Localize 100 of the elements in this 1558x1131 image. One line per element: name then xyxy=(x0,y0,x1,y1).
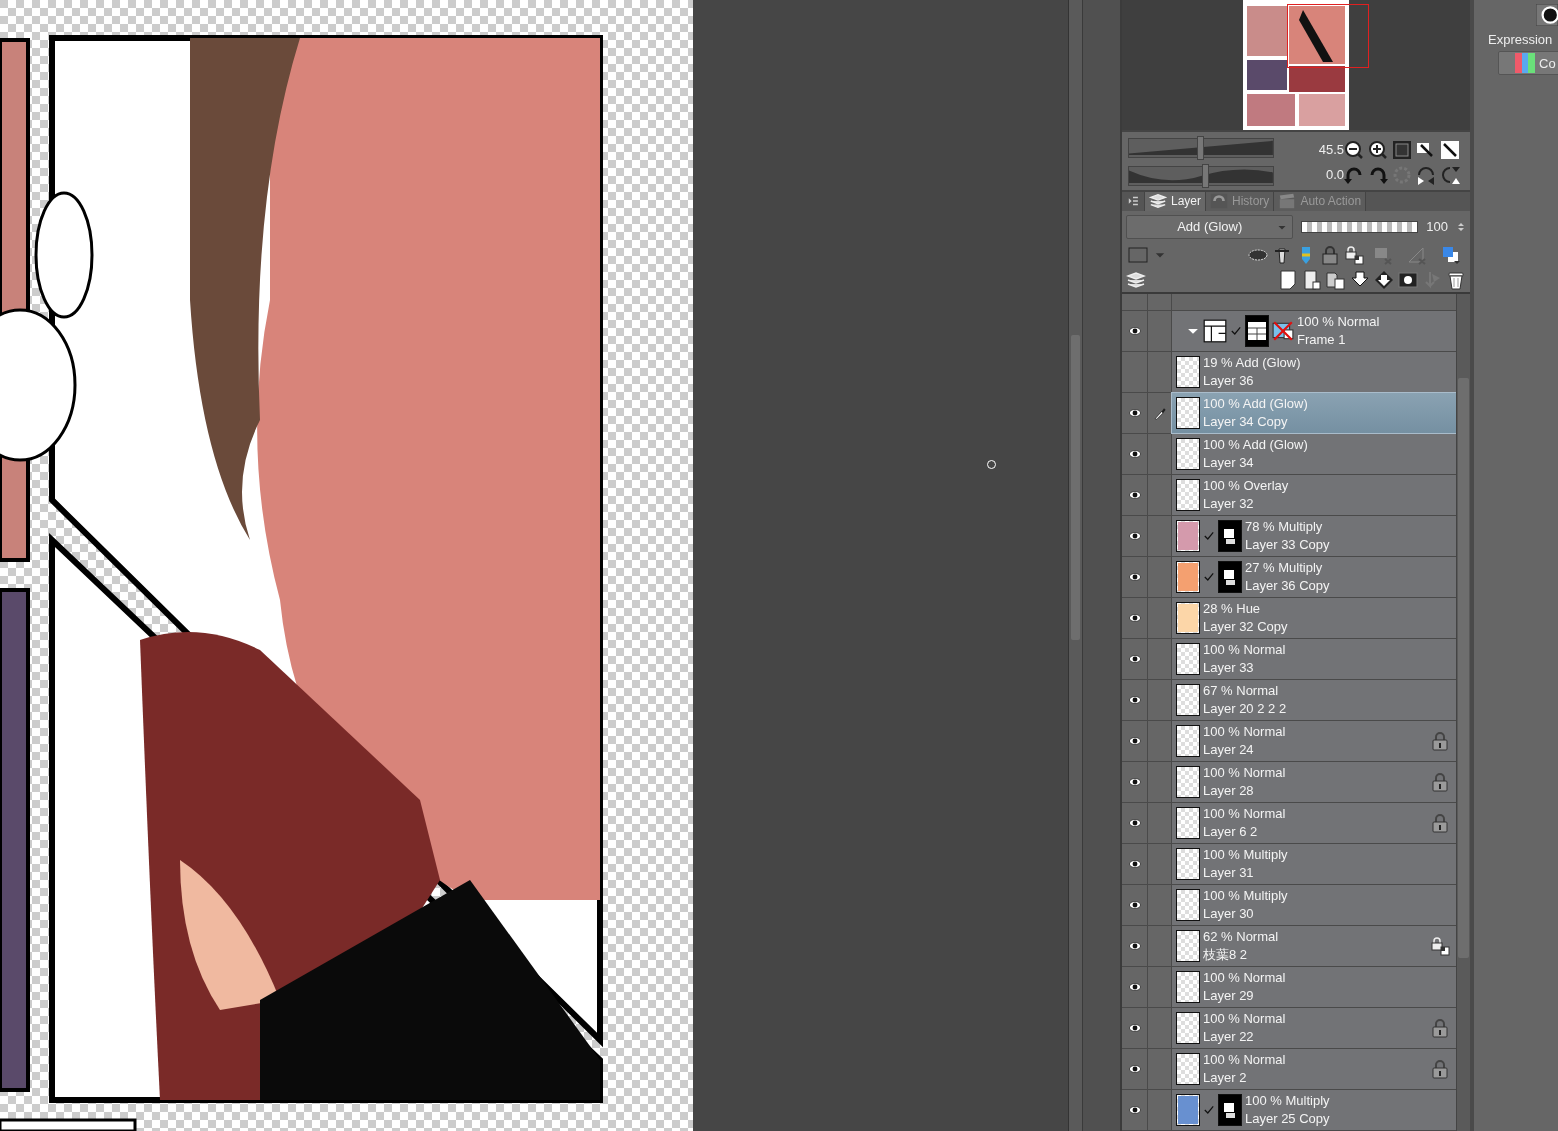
opacity-slider[interactable] xyxy=(1301,220,1419,233)
layer-thumbnail xyxy=(1176,889,1200,921)
layer-blend-mode: 100 % Multiply xyxy=(1203,846,1289,864)
layer-name: Layer 32 Copy xyxy=(1203,618,1289,636)
layer-color-swatch-icon[interactable] xyxy=(1126,245,1150,266)
layer-item[interactable]: 100 % Normal Layer 22 xyxy=(1172,1008,1456,1048)
layer-name: Layer 36 Copy xyxy=(1245,577,1331,595)
layer-blend-mode: 62 % Normal xyxy=(1203,928,1280,946)
layer-thumbnail xyxy=(1176,1053,1200,1085)
lock-icon[interactable] xyxy=(1430,1058,1450,1080)
layer-item[interactable]: 100 % Multiply Layer 25 Copy xyxy=(1172,1090,1456,1130)
panel-title: Expression xyxy=(1487,32,1554,47)
panel-tab[interactable]: Layer xyxy=(1145,192,1207,211)
layer-blend-mode: 100 % Add (Glow) xyxy=(1203,436,1309,454)
opacity-value: 100 xyxy=(1426,219,1448,235)
layer-thumbnail xyxy=(1176,725,1200,757)
zoom-in-icon[interactable] xyxy=(1368,139,1388,160)
reference-layer-icon[interactable] xyxy=(1272,245,1292,266)
layer-item[interactable]: 100 % Normal Layer 28 xyxy=(1172,762,1456,802)
layer-name: 枝葉8 2 xyxy=(1203,946,1249,964)
layer-item[interactable]: 67 % Normal Layer 20 2 2 2 xyxy=(1172,680,1456,720)
new-raster-layer-icon[interactable] xyxy=(1278,269,1298,290)
rotation-value: 0.0 xyxy=(1324,167,1344,182)
lock-icon[interactable] xyxy=(1320,245,1340,266)
view-frame[interactable] xyxy=(1287,4,1369,68)
layer-item[interactable]: 100 % Multiply Layer 31 xyxy=(1172,844,1456,884)
layer-scrollbar[interactable] xyxy=(1456,294,1470,1131)
zoom-out-icon[interactable] xyxy=(1344,139,1364,160)
layer-thumbnail xyxy=(1176,438,1200,470)
layer-item[interactable]: 28 % Hue Layer 32 Copy xyxy=(1172,598,1456,638)
layer-item[interactable]: 100 % Normal Layer 6 2 xyxy=(1172,803,1456,843)
layer-blend-mode: 27 % Multiply xyxy=(1245,559,1324,577)
color-mode-button[interactable]: Co xyxy=(1498,51,1558,75)
layer-item[interactable]: 100 % Normal Layer 2 xyxy=(1172,1049,1456,1089)
layer-name: Layer 34 xyxy=(1203,454,1255,472)
layer-name: Layer 30 xyxy=(1203,905,1255,923)
layer-blend-mode: 100 % Multiply xyxy=(1245,1092,1331,1110)
layer-item[interactable]: 100 % Overlay Layer 32 xyxy=(1172,475,1456,515)
layer-item[interactable]: 100 % Normal Layer 29 xyxy=(1172,967,1456,1007)
layer-item[interactable]: 100 % Add (Glow) Layer 34 xyxy=(1172,434,1456,474)
layer-item[interactable]: 100 % Normal Frame 1 xyxy=(1172,311,1456,351)
layer-thumbnail xyxy=(1176,1012,1200,1044)
layer-name: Layer 29 xyxy=(1203,987,1255,1005)
layer-blend-mode: 28 % Hue xyxy=(1203,600,1262,618)
layer-blend-mode: 100 % Normal xyxy=(1203,764,1287,782)
layer-name: Layer 36 xyxy=(1203,372,1255,390)
layer-thumbnail xyxy=(1176,520,1200,552)
zoom-value: 45.5 xyxy=(1317,142,1344,157)
layer-name: Layer 31 xyxy=(1203,864,1255,882)
lock-icon[interactable] xyxy=(1430,1017,1450,1039)
new-folder-icon[interactable] xyxy=(1326,269,1346,290)
check-icon xyxy=(1203,571,1215,583)
flip-horizontal-icon[interactable] xyxy=(1416,164,1436,185)
layer-name: Layer 22 xyxy=(1203,1028,1255,1046)
layers-icon[interactable] xyxy=(1126,269,1146,290)
layer-thumbnail xyxy=(1176,643,1200,675)
layer-thumbnail xyxy=(1176,766,1200,798)
layer-item[interactable]: 100 % Add (Glow) Layer 34 Copy xyxy=(1172,393,1456,433)
panel-tab[interactable]: Auto Action xyxy=(1274,192,1367,211)
layer-name: Layer 32 xyxy=(1203,495,1255,513)
lock-icon[interactable] xyxy=(1430,771,1450,793)
layer-name: Layer 33 Copy xyxy=(1245,536,1331,554)
frame-border-off-icon xyxy=(1272,320,1294,342)
rgb-bars-icon xyxy=(1515,53,1535,73)
layer-name: Layer 24 xyxy=(1203,741,1255,759)
layer-item[interactable]: 62 % Normal 枝葉8 2 xyxy=(1172,926,1456,966)
layer-item[interactable]: 78 % Multiply Layer 33 Copy xyxy=(1172,516,1456,556)
history-icon xyxy=(1210,192,1229,211)
layer-thumbnail xyxy=(1176,930,1200,962)
transparency-lock-icon[interactable] xyxy=(1344,245,1364,266)
layer-name: Layer 6 2 xyxy=(1203,823,1259,841)
check-icon xyxy=(1203,1104,1215,1116)
scrollbar-thumb[interactable] xyxy=(1458,378,1469,958)
transparency-lock-icon[interactable] xyxy=(1430,936,1450,956)
layer-mask-icon[interactable] xyxy=(1398,269,1418,290)
flip-vertical-icon[interactable] xyxy=(1440,164,1460,185)
fit-to-window-icon[interactable] xyxy=(1440,139,1460,160)
layer-item[interactable]: 19 % Add (Glow) Layer 36 xyxy=(1172,352,1456,392)
layer-thumbnail xyxy=(1176,1094,1200,1126)
frame-folder-icon xyxy=(1203,319,1227,343)
delete-layer-icon[interactable] xyxy=(1446,269,1466,290)
rotation-slider[interactable] xyxy=(1128,166,1274,186)
blend-mode-dropdown[interactable]: Add (Glow) xyxy=(1126,214,1294,239)
layer-blend-mode: 19 % Add (Glow) xyxy=(1203,354,1302,372)
layer-name: Layer 2 xyxy=(1203,1069,1248,1087)
layer-item[interactable]: 100 % Normal Layer 33 xyxy=(1172,639,1456,679)
lock-icon[interactable] xyxy=(1430,812,1450,834)
layer-blend-mode: 78 % Multiply xyxy=(1245,518,1324,536)
layer-blend-mode: 100 % Normal xyxy=(1297,313,1381,331)
layer-item[interactable]: 100 % Multiply Layer 30 xyxy=(1172,885,1456,925)
layer-item[interactable]: 27 % Multiply Layer 36 Copy xyxy=(1172,557,1456,597)
panel-tab[interactable]: History xyxy=(1206,192,1275,211)
zoom-slider[interactable] xyxy=(1128,138,1274,158)
merge-selected-icon[interactable] xyxy=(1374,269,1394,290)
layer-thumbnail xyxy=(1176,807,1200,839)
new-vector-layer-icon[interactable] xyxy=(1302,269,1322,290)
layer-item[interactable]: 100 % Normal Layer 24 xyxy=(1172,721,1456,761)
layer-name: Frame 1 xyxy=(1297,331,1347,349)
lock-icon[interactable] xyxy=(1430,730,1450,752)
layer-blend-mode: 67 % Normal xyxy=(1203,682,1280,700)
